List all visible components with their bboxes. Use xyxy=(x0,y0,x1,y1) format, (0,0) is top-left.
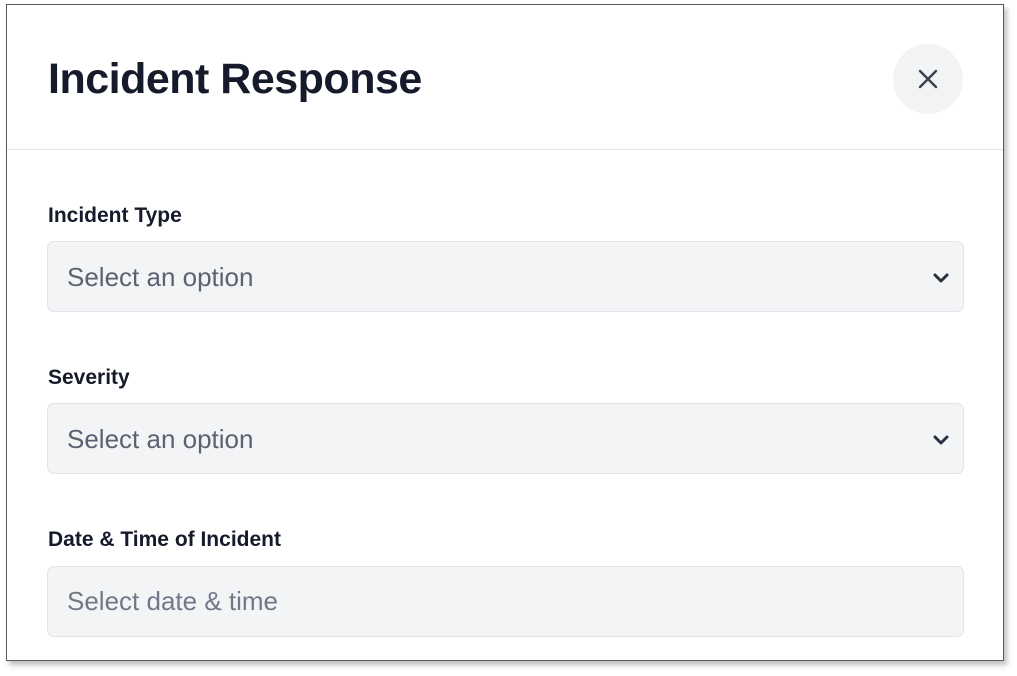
severity-label: Severity xyxy=(48,366,130,389)
close-button[interactable] xyxy=(893,44,963,114)
close-icon xyxy=(917,68,939,90)
incident-type-value: Select an option xyxy=(67,262,254,292)
datetime-label: Date & Time of Incident xyxy=(48,528,281,551)
incident-type-select[interactable]: Select an option xyxy=(47,241,964,312)
datetime-input[interactable] xyxy=(47,566,964,637)
dialog-header: Incident Response xyxy=(7,5,1003,150)
severity-value: Select an option xyxy=(67,424,254,454)
incident-type-label: Incident Type xyxy=(48,204,182,227)
chevron-down-icon xyxy=(933,271,949,289)
incident-response-dialog: Incident Response Incident Type Select a… xyxy=(6,4,1004,661)
severity-select[interactable]: Select an option xyxy=(47,403,964,474)
chevron-down-icon xyxy=(933,433,949,451)
dialog-title: Incident Response xyxy=(48,55,422,103)
